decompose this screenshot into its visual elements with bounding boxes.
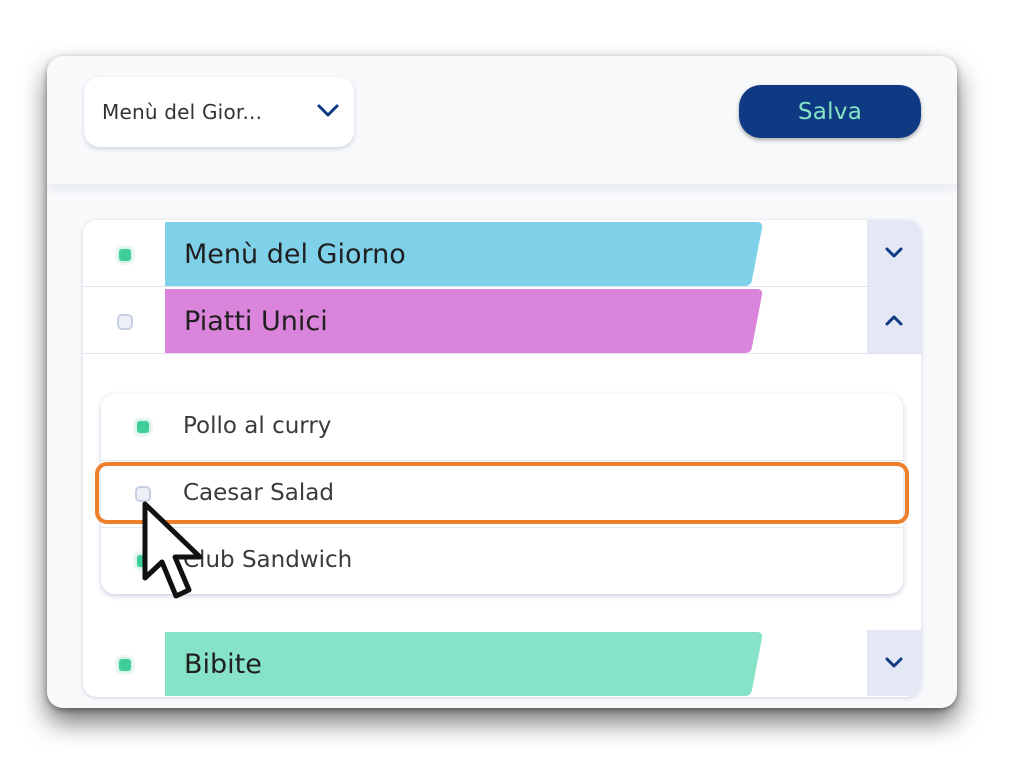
item-label: Pollo al curry [183, 413, 332, 439]
collapse-toggle[interactable] [867, 287, 921, 353]
chevron-down-icon [317, 104, 339, 117]
menu-select-dropdown[interactable]: Menù del Gior... [84, 77, 354, 147]
category-title: Menù del Giorno [184, 239, 406, 270]
expand-toggle[interactable] [867, 220, 921, 286]
category-tag: Piatti Unici [165, 289, 765, 353]
item-row-club-sandwich[interactable]: Club Sandwich [101, 528, 903, 594]
category-title: Piatti Unici [184, 306, 328, 337]
item-checkbox[interactable] [135, 419, 151, 435]
category-row-menu-del-giorno[interactable]: Menù del Giorno [83, 220, 921, 287]
expand-toggle[interactable] [867, 630, 921, 696]
item-list: Pollo al curry Caesar Salad Club Sandwic… [101, 394, 903, 594]
category-checkbox[interactable] [117, 657, 133, 673]
save-button[interactable]: Salva [739, 85, 921, 138]
save-button-label: Salva [797, 98, 863, 125]
chevron-up-icon [885, 315, 903, 326]
category-title: Bibite [184, 649, 262, 680]
mouse-pointer-icon [142, 501, 203, 599]
category-checkbox[interactable] [117, 314, 133, 330]
category-checkbox[interactable] [117, 247, 133, 263]
toolbar: Menù del Gior... Salva [47, 56, 957, 185]
menu-select-label: Menù del Gior... [102, 100, 263, 124]
chevron-down-icon [885, 657, 903, 668]
menu-panel: Menù del Gior... Salva Menù del Giorno P… [47, 56, 957, 708]
category-list: Menù del Giorno Piatti Unici Pollo al cu… [83, 220, 921, 697]
category-tag: Menù del Giorno [165, 222, 765, 286]
item-row-pollo-al-curry[interactable]: Pollo al curry [101, 394, 903, 461]
category-tag: Bibite [165, 632, 765, 696]
chevron-down-icon [885, 247, 903, 258]
screen: Menù del Gior... Salva Menù del Giorno P… [0, 0, 1026, 758]
category-row-bibite[interactable]: Bibite [83, 630, 921, 696]
item-row-caesar-salad[interactable]: Caesar Salad [101, 461, 903, 528]
category-row-piatti-unici[interactable]: Piatti Unici [83, 287, 921, 354]
